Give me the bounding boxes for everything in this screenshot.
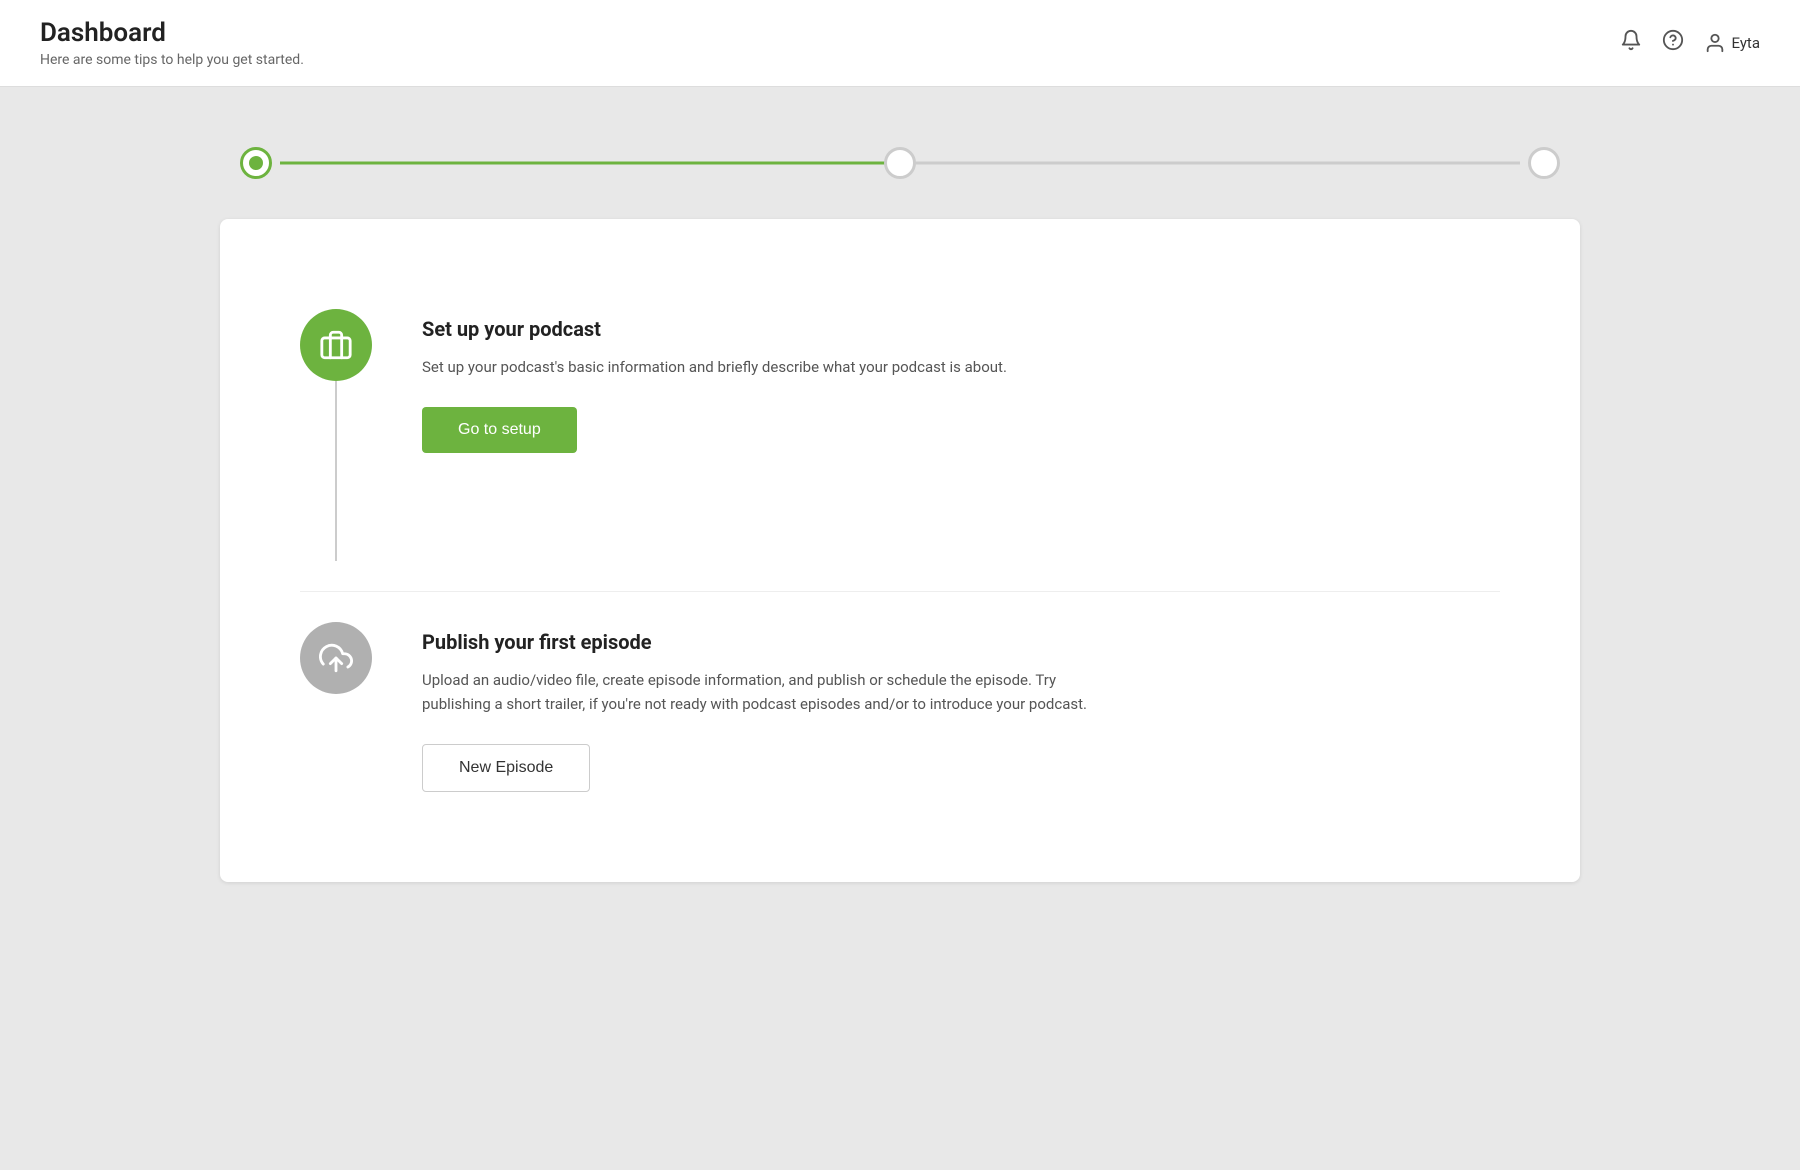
steps-card: Set up your podcast Set up your podcast'… [220,219,1580,882]
step-inner-1 [249,156,263,170]
step-2-icon-circle [300,622,372,694]
step-2-description: Upload an audio/video file, create episo… [422,668,1122,716]
step-setup-podcast: Set up your podcast Set up your podcast'… [300,279,1500,591]
step-publish-episode: Publish your first episode Upload an aud… [300,591,1500,822]
progress-step-2 [884,147,916,179]
step-1-description: Set up your podcast's basic information … [422,355,1122,379]
progress-step-3 [1528,147,1560,179]
step-connector-1 [335,381,337,561]
main-content: Set up your podcast Set up your podcast'… [0,87,1800,942]
notification-icon[interactable] [1620,29,1642,57]
step-1-icon-wrapper [300,309,372,561]
progress-bar [220,147,1580,179]
user-name: Eyta [1732,34,1761,52]
header-right: Eyta [1620,29,1761,57]
header-left: Dashboard Here are some tips to help you… [40,18,304,68]
help-icon[interactable] [1662,29,1684,57]
header: Dashboard Here are some tips to help you… [0,0,1800,87]
upload-icon [319,641,353,675]
briefcase-icon [319,328,353,362]
progress-step-1 [240,147,272,179]
progress-steps [240,147,1560,179]
step-1-icon-circle [300,309,372,381]
page-subtitle: Here are some tips to help you get start… [40,52,304,68]
step-1-content: Set up your podcast Set up your podcast'… [422,309,1500,453]
go-to-setup-button[interactable]: Go to setup [422,407,577,453]
page-title: Dashboard [40,18,304,48]
step-1-title: Set up your podcast [422,317,1500,341]
user-menu[interactable]: Eyta [1704,32,1761,54]
step-2-icon-wrapper [300,622,372,694]
step-2-title: Publish your first episode [422,630,1500,654]
new-episode-button[interactable]: New Episode [422,744,590,792]
user-icon [1704,32,1726,54]
step-2-content: Publish your first episode Upload an aud… [422,622,1500,792]
